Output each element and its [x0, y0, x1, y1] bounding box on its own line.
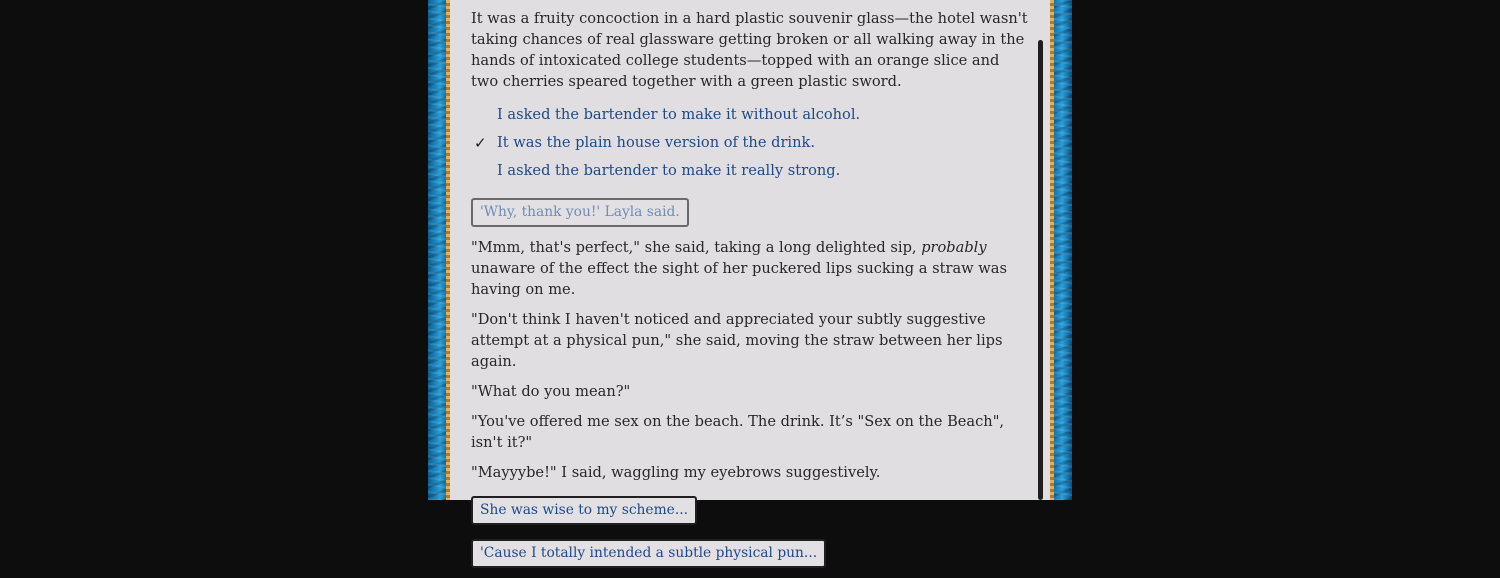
story-paragraph: It was a fruity concoction in a hard pla… — [471, 10, 1028, 90]
right-decorative-border — [1050, 0, 1072, 500]
italic-text: probably — [921, 239, 987, 256]
choice-label: I asked the bartender to make it without… — [497, 106, 861, 123]
option-buttons: She was wise to my scheme... 'Cause I to… — [471, 492, 1031, 578]
text-span: "Mmm, that's perfect," she said, taking … — [471, 239, 922, 256]
story-paragraph: "What do you mean?" — [471, 383, 631, 400]
left-decorative-border — [428, 0, 450, 500]
choice-label: I asked the bartender to make it really … — [497, 162, 841, 179]
choice-really-strong[interactable]: I asked the bartender to make it really … — [471, 157, 1031, 185]
used-option-button[interactable]: 'Why, thank you!' Layla said. — [471, 198, 689, 227]
choice-list: I asked the bartender to make it without… — [471, 101, 1031, 185]
story-page: It was a fruity concoction in a hard pla… — [450, 0, 1050, 568]
text-span: unaware of the effect the sight of her p… — [471, 260, 1007, 298]
story-paragraph: "You've offered me sex on the beach. The… — [471, 413, 1005, 451]
choice-house-version[interactable]: ✓ It was the plain house version of the … — [471, 129, 1031, 157]
story-paragraph: "Don't think I haven't noticed and appre… — [471, 311, 1003, 370]
choice-label: It was the plain house version of the dr… — [497, 134, 815, 151]
story-content: It was a fruity concoction in a hard pla… — [471, 8, 1031, 578]
scrollbar[interactable] — [1038, 40, 1043, 500]
story-paragraph: "Mayyybe!" I said, waggling my eyebrows … — [471, 464, 881, 481]
option-button-wise-to-scheme[interactable]: She was wise to my scheme... — [471, 496, 698, 525]
choice-no-alcohol[interactable]: I asked the bartender to make it without… — [471, 101, 1031, 129]
option-button-physical-pun[interactable]: 'Cause I totally intended a subtle physi… — [471, 539, 827, 568]
story-paragraph: "Mmm, that's perfect," she said, taking … — [471, 237, 1031, 300]
checkmark-icon: ✓ — [474, 134, 487, 152]
used-option-row: 'Why, thank you!' Layla said. — [471, 194, 1031, 237]
